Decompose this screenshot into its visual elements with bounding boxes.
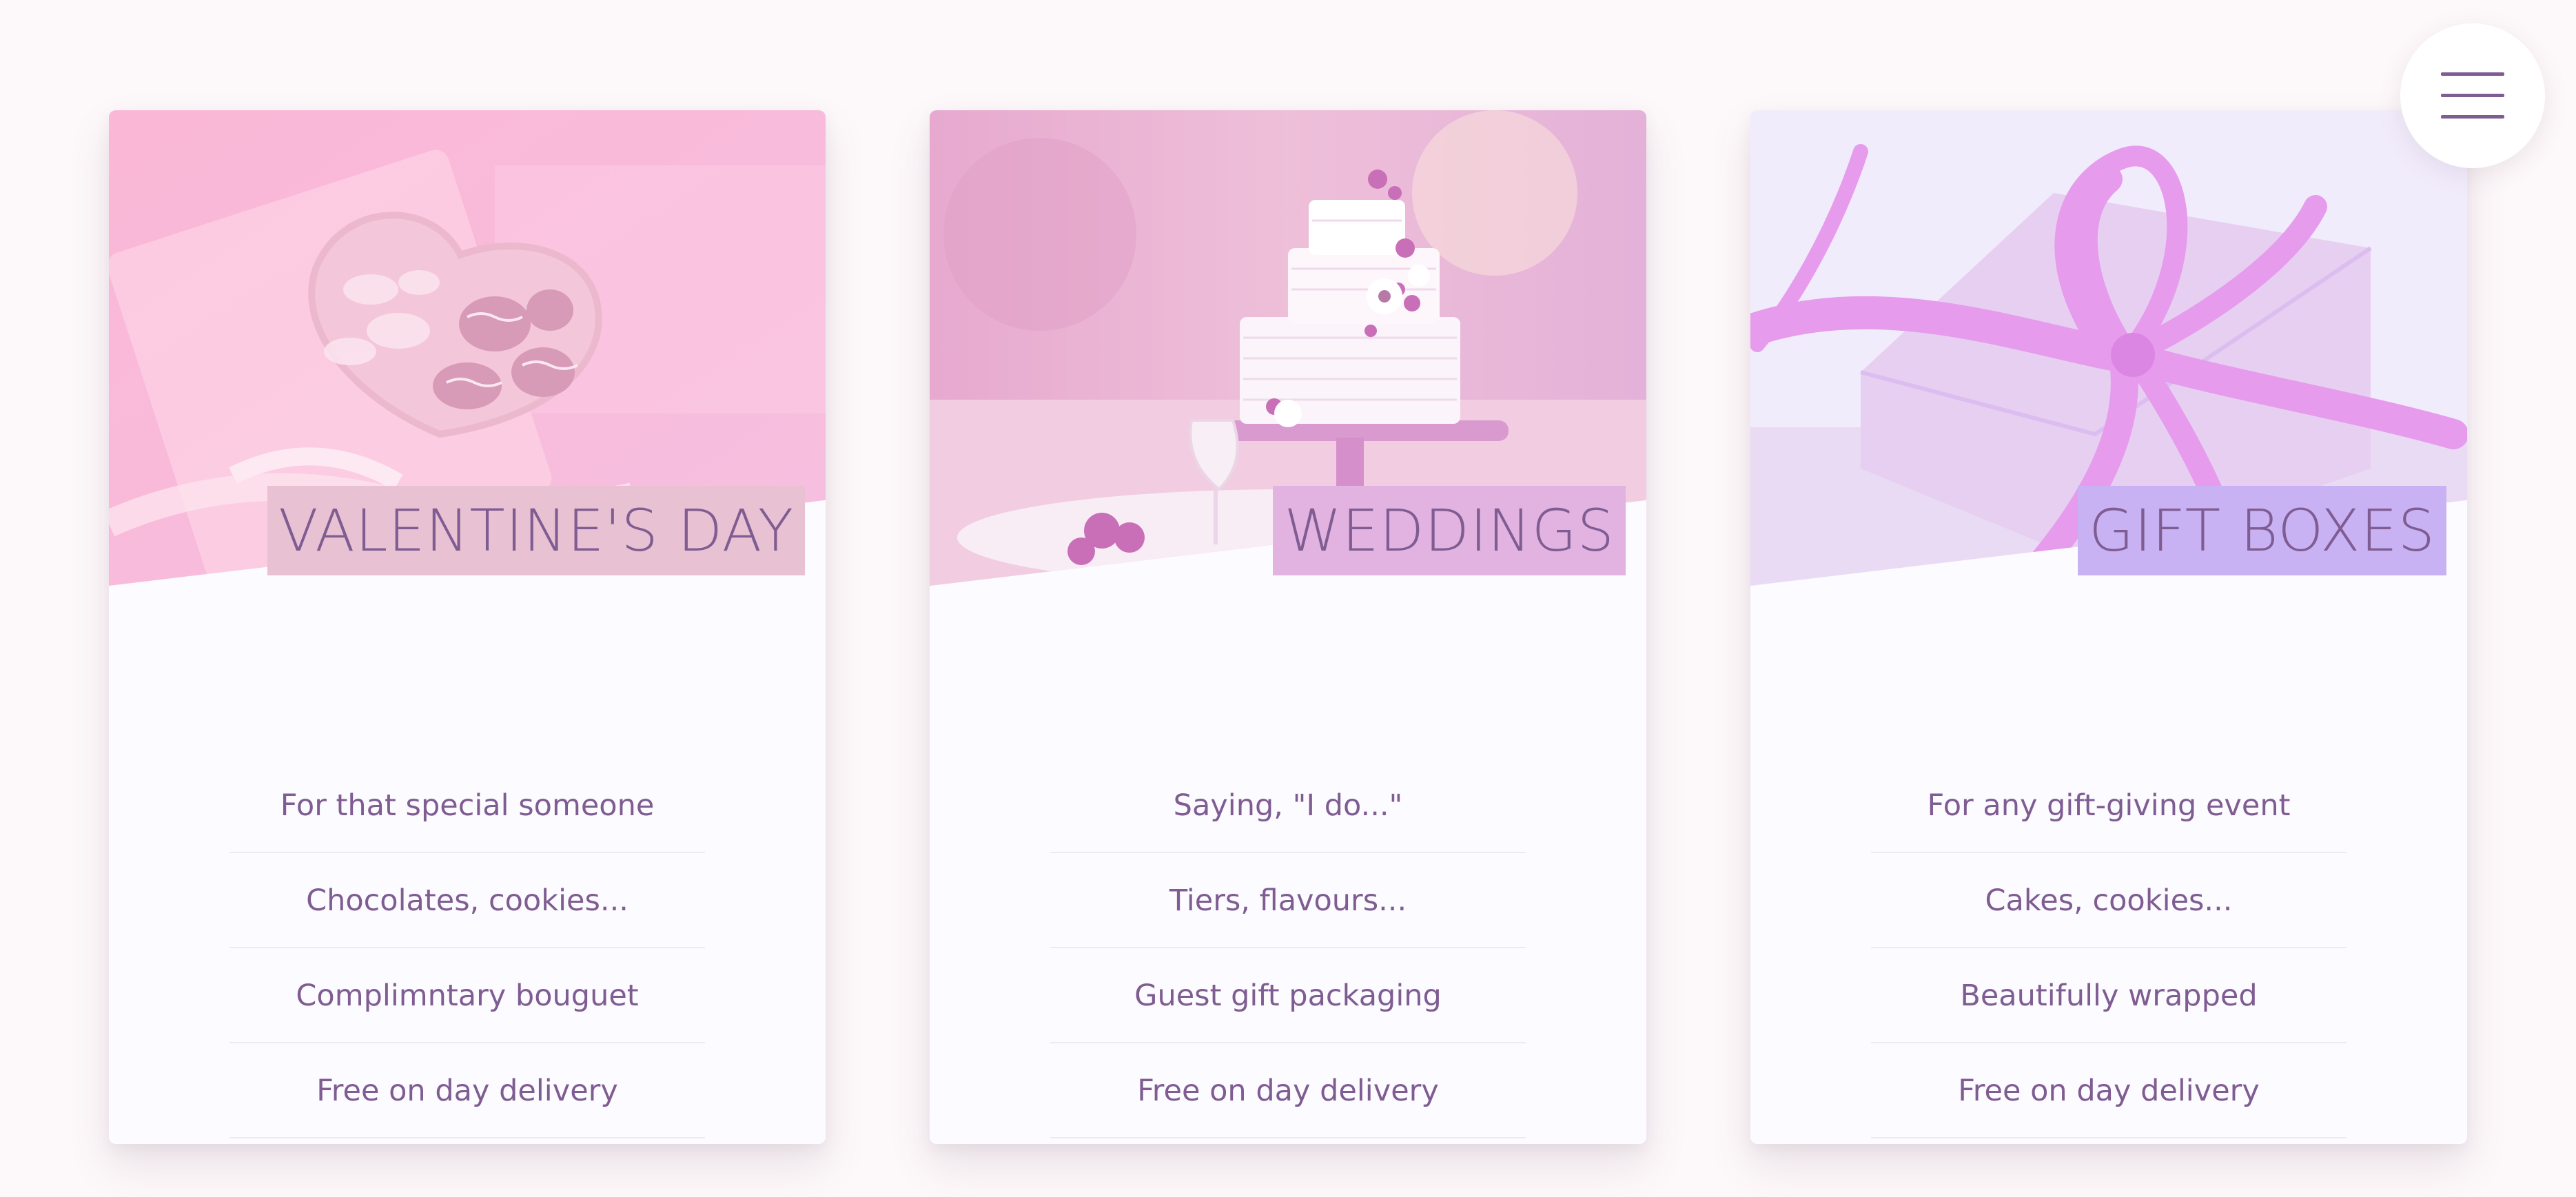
card-title-weddings: WEDDINGS <box>1273 486 1626 575</box>
feature-item: For that special someone <box>229 758 705 853</box>
card-gift-boxes[interactable]: GIFT BOXES For any gift-giving event Cak… <box>1750 110 2467 1144</box>
hamburger-menu-icon <box>2441 72 2504 119</box>
card-title-valentines: VALENTINE'S DAY <box>267 486 805 575</box>
feature-item: For any gift-giving event <box>1871 758 2347 853</box>
feature-list: For that special someone Chocolates, coo… <box>229 758 705 1138</box>
feature-item: Saying, "I do..." <box>1050 758 1526 853</box>
feature-list: For any gift-giving event Cakes, cookies… <box>1871 758 2347 1138</box>
feature-item: Tiers, flavours... <box>1050 853 1526 948</box>
feature-item: Free on day delivery <box>229 1043 705 1138</box>
card-title-gift-boxes: GIFT BOXES <box>2078 486 2446 575</box>
feature-item: Chocolates, cookies... <box>229 853 705 948</box>
feature-item: Complimntary bouguet <box>229 948 705 1043</box>
feature-item: Beautifully wrapped <box>1871 948 2347 1043</box>
menu-button[interactable] <box>2400 23 2545 168</box>
feature-item: Free on day delivery <box>1871 1043 2347 1138</box>
card-weddings[interactable]: WEDDINGS Saying, "I do..." Tiers, flavou… <box>930 110 1646 1144</box>
card-valentines-day[interactable]: VALENTINE'S DAY For that special someone… <box>109 110 826 1144</box>
feature-list: Saying, "I do..." Tiers, flavours... Gue… <box>1050 758 1526 1138</box>
feature-item: Free on day delivery <box>1050 1043 1526 1138</box>
feature-item: Cakes, cookies... <box>1871 853 2347 948</box>
cards-container: VALENTINE'S DAY For that special someone… <box>109 110 2467 1144</box>
feature-item: Guest gift packaging <box>1050 948 1526 1043</box>
